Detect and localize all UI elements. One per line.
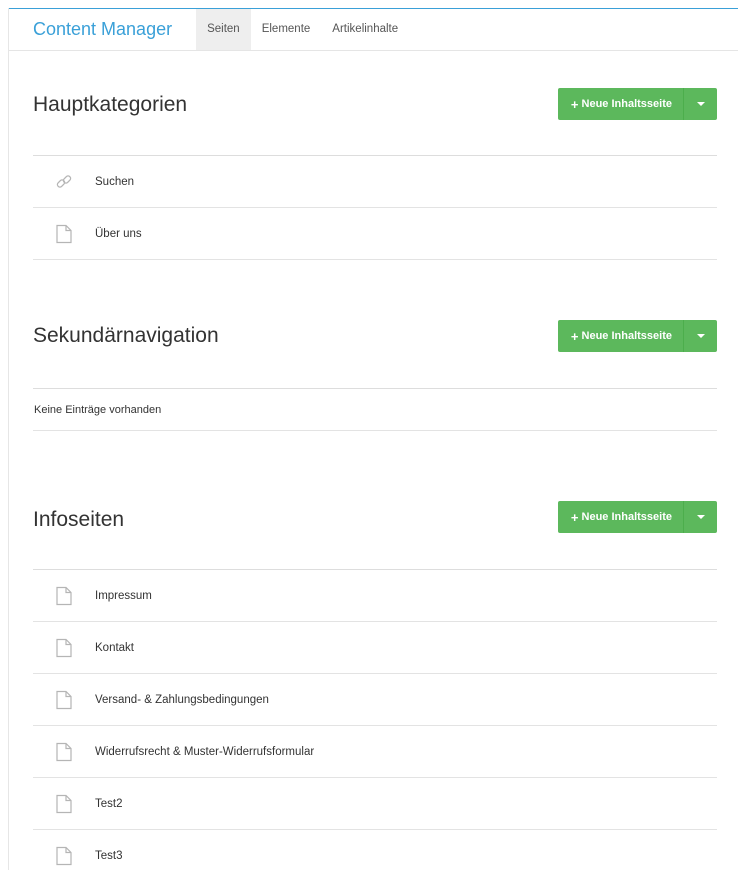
- page-icon: [33, 794, 95, 814]
- list-item-label: Versand- & Zahlungsbedingungen: [95, 693, 269, 706]
- caret-down-icon: [696, 334, 705, 338]
- new-page-dropdown-toggle[interactable]: [684, 501, 717, 533]
- new-content-page-label: Neue Inhaltsseite: [581, 511, 672, 523]
- new-page-button-group: + Neue Inhaltsseite: [557, 88, 717, 120]
- section-title: Hauptkategorien: [33, 93, 188, 116]
- new-page-dropdown-toggle[interactable]: [684, 320, 717, 352]
- top-navbar: Content Manager Seiten Elemente Artikeli…: [9, 9, 738, 51]
- page-icon: [33, 224, 95, 244]
- left-border: [8, 8, 9, 870]
- page-icon: [33, 586, 95, 606]
- new-content-page-button[interactable]: + Neue Inhaltsseite: [557, 501, 684, 533]
- list-item[interactable]: Suchen: [33, 156, 717, 208]
- empty-state-text: Keine Einträge vorhanden: [33, 389, 717, 431]
- list-item-label: Über uns: [95, 227, 142, 240]
- page-list: Suchen Über uns: [33, 155, 717, 260]
- page-icon: [33, 846, 95, 866]
- page-icon: [33, 742, 95, 762]
- list-item[interactable]: Kontakt: [33, 622, 717, 674]
- new-content-page-button[interactable]: + Neue Inhaltsseite: [557, 320, 684, 352]
- list-item-label: Kontakt: [95, 641, 134, 654]
- new-page-dropdown-toggle[interactable]: [684, 88, 717, 120]
- page-icon: [33, 638, 95, 658]
- list-item-label: Test3: [95, 849, 123, 862]
- page-list: Impressum Kontakt Versand- & Zahlungsbed…: [33, 569, 717, 881]
- list-item-label: Suchen: [95, 175, 135, 188]
- plus-icon: +: [570, 96, 579, 112]
- list-item-label: Test2: [95, 797, 123, 810]
- brand-title[interactable]: Content Manager: [9, 9, 196, 50]
- new-content-page-label: Neue Inhaltsseite: [581, 330, 672, 342]
- page-icon: [33, 690, 95, 710]
- caret-down-icon: [696, 515, 705, 519]
- list-item[interactable]: Test2: [33, 778, 717, 830]
- tab-seiten[interactable]: Seiten: [196, 9, 251, 50]
- list-item[interactable]: Widerrufsrecht & Muster-Widerrufsformula…: [33, 726, 717, 778]
- section-title: Infoseiten: [33, 508, 125, 531]
- new-content-page-button[interactable]: + Neue Inhaltsseite: [557, 88, 684, 120]
- list-item[interactable]: Versand- & Zahlungsbedingungen: [33, 674, 717, 726]
- list-item[interactable]: Test3: [33, 830, 717, 881]
- link-icon: [33, 172, 95, 192]
- new-page-button-group: + Neue Inhaltsseite: [557, 501, 717, 533]
- list-item-label: Impressum: [95, 589, 152, 602]
- new-page-button-group: + Neue Inhaltsseite: [557, 320, 717, 352]
- plus-icon: +: [570, 328, 579, 344]
- section-title: Sekundärnavigation: [33, 324, 219, 347]
- list-item-label: Widerrufsrecht & Muster-Widerrufsformula…: [95, 745, 315, 758]
- page-list: Keine Einträge vorhanden: [33, 388, 717, 431]
- plus-icon: +: [570, 509, 579, 525]
- tab-elemente[interactable]: Elemente: [251, 9, 322, 50]
- caret-down-icon: [696, 102, 705, 106]
- new-content-page-label: Neue Inhaltsseite: [581, 98, 672, 110]
- list-item[interactable]: Über uns: [33, 208, 717, 260]
- tab-artikelinhalte[interactable]: Artikelinhalte: [321, 9, 409, 50]
- list-item[interactable]: Impressum: [33, 570, 717, 622]
